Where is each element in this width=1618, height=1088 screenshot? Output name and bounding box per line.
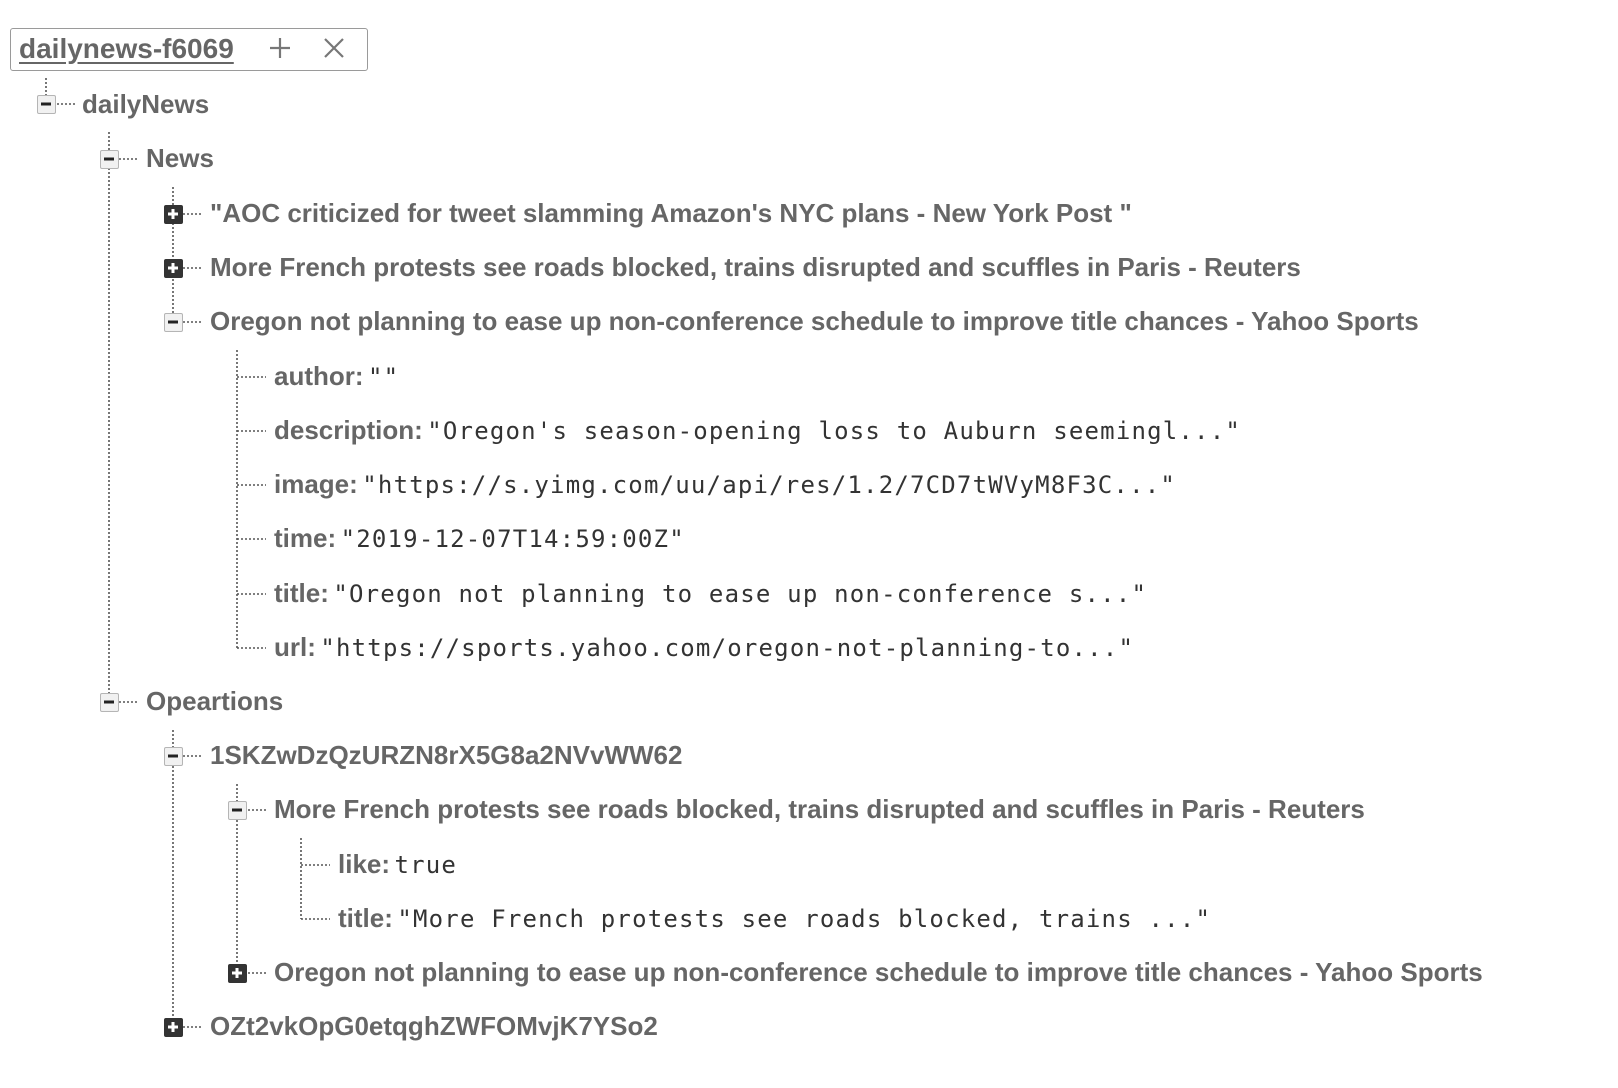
- field-value[interactable]: "2019-12-07T14:59:00Z": [341, 525, 685, 553]
- expand-icon[interactable]: [164, 1018, 183, 1037]
- news-item[interactable]: Oregon not planning to ease up non-confe…: [210, 306, 1419, 336]
- node-news[interactable]: News: [146, 143, 214, 173]
- field-row[interactable]: author: "": [274, 361, 399, 396]
- user-node[interactable]: 1SKZwDzQzURZN8rX5G8a2NVvWW62: [210, 740, 682, 770]
- field-value[interactable]: "Oregon not planning to ease up non-conf…: [333, 580, 1147, 608]
- field-value[interactable]: "Oregon's season-opening loss to Auburn …: [427, 417, 1241, 445]
- field-value[interactable]: "More French protests see roads blocked,…: [397, 905, 1211, 933]
- news-item[interactable]: "AOC criticized for tweet slamming Amazo…: [210, 198, 1132, 228]
- collapse-icon[interactable]: [37, 95, 56, 114]
- expand-icon[interactable]: [164, 205, 183, 224]
- field-value[interactable]: "https://sports.yahoo.com/oregon-not-pla…: [320, 634, 1134, 662]
- field-row[interactable]: description: "Oregon's season-opening lo…: [274, 415, 1241, 450]
- field-key: title:: [274, 578, 329, 608]
- field-row[interactable]: title: "Oregon not planning to ease up n…: [274, 578, 1147, 613]
- field-row[interactable]: title: "More French protests see roads b…: [338, 903, 1211, 938]
- operation-item[interactable]: More French protests see roads blocked, …: [274, 794, 1365, 824]
- expand-icon[interactable]: [164, 259, 183, 278]
- collapse-icon[interactable]: [100, 693, 119, 712]
- node-dailynews[interactable]: dailyNews: [82, 89, 209, 119]
- field-row[interactable]: time: "2019-12-07T14:59:00Z": [274, 523, 685, 558]
- node-operations[interactable]: Opeartions: [146, 686, 283, 716]
- field-row[interactable]: image: "https://s.yimg.com/uu/api/res/1.…: [274, 469, 1176, 504]
- operation-item[interactable]: Oregon not planning to ease up non-confe…: [274, 957, 1483, 987]
- collapse-icon[interactable]: [164, 747, 183, 766]
- news-item[interactable]: More French protests see roads blocked, …: [210, 252, 1301, 282]
- collapse-icon[interactable]: [164, 313, 183, 332]
- collapse-icon[interactable]: [228, 801, 247, 820]
- user-node[interactable]: OZt2vkOpG0etqghZWFOMvjK7YSo2: [210, 1011, 658, 1041]
- field-value[interactable]: "": [368, 363, 399, 391]
- field-key: time:: [274, 523, 337, 553]
- expand-icon[interactable]: [228, 964, 247, 983]
- field-key: image:: [274, 469, 358, 499]
- field-value[interactable]: "https://s.yimg.com/uu/api/res/1.2/7CD7t…: [362, 471, 1176, 499]
- field-row[interactable]: url: "https://sports.yahoo.com/oregon-no…: [274, 632, 1134, 667]
- field-key: url:: [274, 632, 316, 662]
- field-key: description:: [274, 415, 423, 445]
- field-key: like:: [338, 849, 391, 879]
- field-key: title:: [338, 903, 393, 933]
- field-value[interactable]: true: [394, 851, 457, 879]
- field-row[interactable]: like: true: [338, 849, 457, 884]
- collapse-icon[interactable]: [100, 150, 119, 169]
- field-key: author:: [274, 361, 364, 391]
